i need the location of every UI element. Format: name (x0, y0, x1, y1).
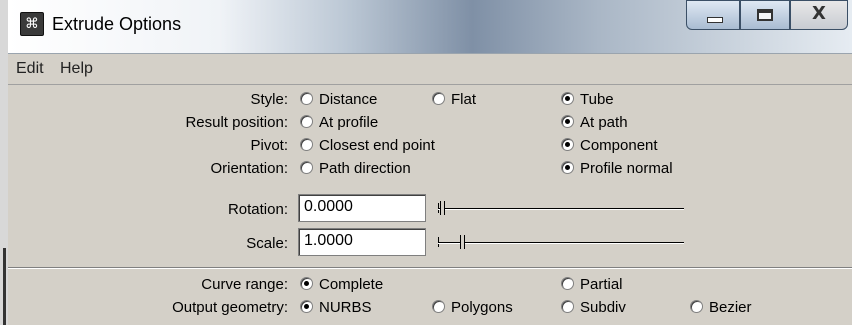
radio-button[interactable] (300, 115, 313, 128)
slider-thumb[interactable] (440, 201, 445, 215)
output-bezier-radio[interactable]: Bezier (690, 299, 752, 317)
pivot-closest-end-point-radio[interactable]: Closest end point (300, 137, 435, 155)
radio-button[interactable] (561, 277, 574, 290)
close-icon: X (812, 3, 826, 24)
scale-label: Scale: (246, 235, 288, 252)
section-divider (8, 267, 852, 269)
radio-button[interactable] (561, 92, 574, 105)
output-subdiv-radio[interactable]: Subdiv (561, 299, 626, 317)
rotation-input[interactable]: 0.0000 (298, 194, 426, 222)
radio-label: At profile (319, 114, 379, 131)
minimize-button[interactable] (686, 0, 740, 30)
radio-button[interactable] (561, 161, 574, 174)
radio-button[interactable] (561, 115, 574, 128)
radio-button[interactable] (300, 138, 313, 151)
slider-track (438, 242, 684, 244)
radio-button[interactable] (432, 92, 445, 105)
curve-range-label: Curve range: (201, 276, 288, 293)
radio-label: Flat (451, 91, 477, 108)
title-bar[interactable]: ⌘ Extrude Options X (8, 0, 852, 54)
extrude-options-window: ⌘ Extrude Options X Edit Help Style: Dis… (8, 0, 852, 325)
pivot-component-radio[interactable]: Component (561, 137, 658, 155)
radio-button[interactable] (300, 92, 313, 105)
curve-range-complete-radio[interactable]: Complete (300, 276, 383, 294)
close-button[interactable]: X (790, 0, 848, 30)
pivot-label: Pivot: (250, 137, 288, 154)
radio-label: Distance (319, 91, 378, 108)
style-label: Style: (250, 91, 288, 108)
style-flat-radio[interactable]: Flat (432, 91, 476, 109)
app-icon: ⌘ (20, 12, 44, 36)
minimize-icon (707, 17, 723, 23)
radio-label: Polygons (451, 299, 513, 316)
rotation-label: Rotation: (227, 201, 288, 218)
slider-thumb[interactable] (460, 235, 465, 249)
radio-label: Path direction (319, 160, 411, 177)
menu-edit[interactable]: Edit (16, 60, 44, 78)
maximize-icon (757, 9, 773, 21)
rotation-slider[interactable] (438, 199, 686, 219)
menu-bar: Edit Help (8, 54, 852, 85)
orientation-profile-normal-radio[interactable]: Profile normal (561, 160, 673, 178)
result-at-path-radio[interactable]: At path (561, 114, 628, 132)
radio-label: Bezier (709, 299, 752, 316)
radio-label: Profile normal (580, 160, 673, 177)
radio-label: Component (580, 137, 658, 154)
style-tube-radio[interactable]: Tube (561, 91, 614, 109)
radio-label: Subdiv (580, 299, 626, 316)
radio-button[interactable] (300, 300, 313, 313)
window-title: Extrude Options (52, 14, 182, 34)
radio-button[interactable] (561, 138, 574, 151)
maximize-button[interactable] (740, 0, 790, 30)
output-polygons-radio[interactable]: Polygons (432, 299, 513, 317)
radio-button[interactable] (690, 300, 703, 313)
radio-button[interactable] (432, 300, 445, 313)
orientation-path-direction-radio[interactable]: Path direction (300, 160, 411, 178)
output-geometry-label: Output geometry: (172, 299, 288, 316)
radio-button[interactable] (561, 300, 574, 313)
radio-label: Partial (580, 276, 623, 293)
style-distance-radio[interactable]: Distance (300, 91, 377, 109)
radio-button[interactable] (300, 161, 313, 174)
radio-label: Tube (580, 91, 614, 108)
menu-help[interactable]: Help (60, 60, 93, 78)
slider-track (438, 208, 684, 210)
radio-button[interactable] (300, 277, 313, 290)
result-position-label: Result position: (185, 114, 288, 131)
window-left-edge (0, 0, 8, 325)
radio-label: NURBS (319, 299, 372, 316)
radio-label: Closest end point (319, 137, 435, 154)
radio-label: At path (580, 114, 628, 131)
scale-slider[interactable] (438, 233, 686, 253)
scale-input[interactable]: 1.0000 (298, 228, 426, 256)
background-strip (3, 248, 6, 325)
curve-range-partial-radio[interactable]: Partial (561, 276, 623, 294)
result-at-profile-radio[interactable]: At profile (300, 114, 378, 132)
output-nurbs-radio[interactable]: NURBS (300, 299, 372, 317)
orientation-label: Orientation: (210, 160, 288, 177)
radio-label: Complete (319, 276, 384, 293)
